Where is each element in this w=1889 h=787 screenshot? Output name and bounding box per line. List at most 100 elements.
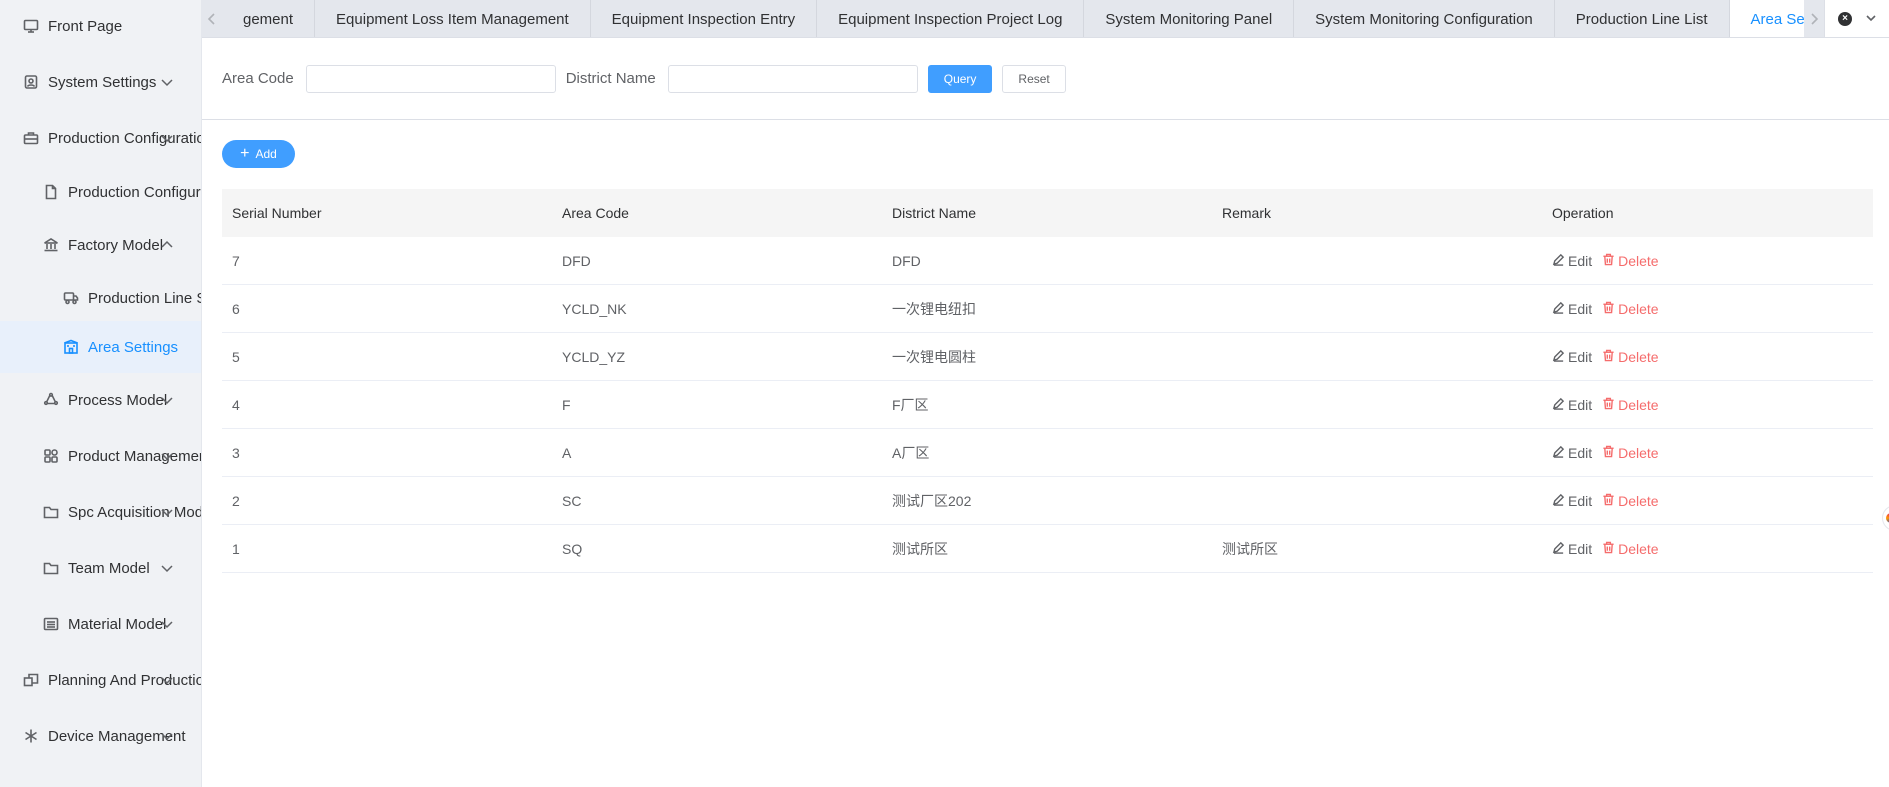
sidebar-item-label: Area Settings	[88, 338, 179, 356]
tab-production-line-list[interactable]: Production Line List	[1555, 0, 1730, 37]
cell-serial-number: 7	[232, 252, 240, 269]
edit-label: Edit	[1568, 492, 1593, 509]
cell-serial-number: 4	[232, 396, 240, 413]
column-header-operation: Operation	[1552, 205, 1614, 221]
sidebar-item-label: Product Management	[68, 447, 202, 465]
area-code-input[interactable]	[305, 64, 556, 93]
edit-label: Edit	[1568, 444, 1593, 461]
chevron-down-icon	[160, 131, 174, 145]
sidebar-item-label: Spc Acquisition Model	[68, 503, 202, 521]
tabs-actions: ×	[1824, 0, 1889, 37]
sidebar-item-spc-acquisition-model[interactable]: Spc Acquisition Model	[0, 486, 202, 538]
query-button[interactable]: Query	[927, 64, 993, 93]
edit-icon	[1552, 349, 1565, 365]
edit-label: Edit	[1568, 300, 1593, 317]
delete-button[interactable]: Delete	[1602, 349, 1659, 365]
edit-button[interactable]: Edit	[1552, 253, 1592, 269]
monitor-icon	[22, 17, 40, 35]
table-row: 1 SQ 测试所区 测试所区 Edit Delete	[222, 525, 1873, 573]
floating-assistant-icon[interactable]	[1882, 505, 1889, 531]
sidebar-item-production-line-settings[interactable]: Production Line Settings	[0, 272, 201, 324]
tab-system-monitoring-panel[interactable]: System Monitoring Panel	[1084, 0, 1295, 37]
sidebar: Front Page System Settings Production Conf…	[0, 0, 202, 787]
area-table: Serial Number Area Code District Name Re…	[222, 189, 1873, 573]
sidebar-item-label: System Settings	[48, 73, 157, 91]
cell-operation: Edit Delete	[1542, 253, 1873, 269]
sidebar-item-system-settings[interactable]: System Settings	[0, 56, 201, 108]
cell-district-name: F厂区	[892, 396, 929, 413]
sidebar-item-device-management[interactable]: Device Management	[0, 710, 201, 762]
cell-district-name: DFD	[892, 252, 921, 269]
building-icon	[62, 338, 80, 356]
tabs-bar: gement Equipment Loss Item Management Equi…	[202, 0, 1889, 38]
delete-label: Delete	[1618, 252, 1659, 269]
tabs-scroll-right-icon[interactable]	[1804, 0, 1824, 37]
sidebar-item-factory-model[interactable]: Factory Model	[0, 219, 201, 271]
sidebar-item-label: Factory Model	[68, 236, 164, 254]
chevron-down-icon	[160, 729, 174, 743]
delete-button[interactable]: Delete	[1602, 444, 1659, 461]
edit-icon	[1552, 301, 1565, 317]
tab-label: Production Line List	[1575, 10, 1708, 28]
asterisk-icon	[22, 727, 40, 745]
plus-icon: +	[240, 145, 250, 162]
tab-equipment-inspection-project-log[interactable]: Equipment Inspection Project Log	[817, 0, 1085, 37]
delete-label: Delete	[1618, 444, 1659, 461]
cell-district-name: 测试厂区202	[892, 492, 972, 509]
edit-icon	[1552, 493, 1565, 509]
edit-button[interactable]: Edit	[1552, 541, 1592, 557]
cell-operation: Edit Delete	[1542, 349, 1873, 365]
table-row: 3 A A厂区 Edit Delete	[222, 429, 1873, 477]
user-cog-icon	[22, 73, 40, 91]
sidebar-item-team-model[interactable]: Team Model	[0, 542, 201, 594]
chevron-down-icon	[160, 673, 174, 687]
delete-label: Delete	[1618, 396, 1659, 413]
tab-system-monitoring-configuration[interactable]: System Monitoring Configuration	[1294, 0, 1555, 37]
delete-button[interactable]: Delete	[1602, 541, 1659, 557]
trash-icon	[1602, 397, 1615, 413]
edit-button[interactable]: Edit	[1552, 349, 1592, 365]
chevron-down-icon[interactable]	[1866, 10, 1876, 28]
trash-icon	[1602, 301, 1615, 317]
edit-button[interactable]: Edit	[1552, 493, 1592, 509]
sidebar-item-planning-and-production[interactable]: Planning And Production	[0, 654, 201, 706]
sidebar-item-production-configuration[interactable]: Production Configuration	[0, 166, 201, 218]
grid-icon	[42, 447, 60, 465]
delete-button[interactable]: Delete	[1602, 493, 1659, 509]
sidebar-item-material-model[interactable]: Material Model	[0, 598, 201, 650]
tab-label: Equipment Loss Item Management	[336, 10, 569, 28]
tab-equipment-loss-item-management[interactable]: Equipment Loss Item Management	[315, 0, 591, 37]
sidebar-item-front-page[interactable]: Front Page	[0, 0, 201, 52]
edit-button[interactable]: Edit	[1552, 445, 1592, 461]
sidebar-item-product-management[interactable]: Product Management	[0, 430, 202, 482]
sidebar-item-production-configuration[interactable]: Production Configuration	[0, 112, 202, 164]
edit-button[interactable]: Edit	[1552, 397, 1592, 413]
add-button[interactable]: + Add	[222, 140, 295, 168]
district-name-input[interactable]	[667, 64, 918, 93]
truck-icon	[62, 289, 80, 307]
tab-area-settings[interactable]: Area Settings×	[1729, 0, 1804, 37]
cell-area-code: SQ	[562, 540, 583, 557]
cell-serial-number: 6	[232, 300, 240, 317]
sidebar-item-area-settings[interactable]: Area Settings	[0, 321, 201, 373]
column-header-area-code: Area Code	[562, 205, 629, 221]
search-form: Area Code District Name Query Reset	[202, 38, 1889, 120]
sidebar-item-label: Production Line Settings	[88, 289, 201, 307]
close-all-tabs-icon[interactable]: ×	[1838, 11, 1852, 26]
cell-serial-number: 5	[232, 348, 240, 365]
delete-button[interactable]: Delete	[1602, 396, 1659, 413]
tab-gement[interactable]: gement	[222, 0, 316, 37]
briefcase-icon	[22, 129, 40, 147]
sidebar-item-label: Production Configuration	[48, 129, 202, 147]
folder-icon	[42, 559, 60, 577]
tab-equipment-inspection-entry[interactable]: Equipment Inspection Entry	[591, 0, 818, 37]
sidebar-item-process-model[interactable]: Process Model	[0, 374, 201, 426]
cell-area-code: SC	[562, 492, 582, 509]
edit-button[interactable]: Edit	[1552, 301, 1592, 317]
reset-button[interactable]: Reset	[1002, 64, 1066, 93]
tabs-scroll-left-icon[interactable]	[202, 0, 222, 37]
delete-button[interactable]: Delete	[1602, 252, 1659, 269]
delete-button[interactable]: Delete	[1602, 301, 1659, 317]
tab-label: System Monitoring Configuration	[1315, 10, 1533, 28]
cell-operation: Edit Delete	[1542, 541, 1873, 557]
